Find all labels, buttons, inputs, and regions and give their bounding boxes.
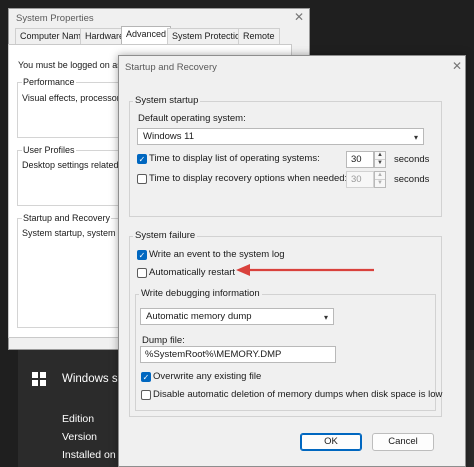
- chevron-down-icon: ▾: [323, 313, 328, 322]
- check-icon: ✓: [138, 251, 146, 260]
- display-recovery-checkbox[interactable]: [137, 174, 147, 184]
- startup-recovery-title: Startup and Recovery: [125, 62, 217, 73]
- display-os-list-label: Time to display list of operating system…: [149, 153, 320, 164]
- dump-file-input[interactable]: %SystemRoot%\MEMORY.DMP: [140, 346, 336, 363]
- dump-type-select[interactable]: Automatic memory dump ▾: [140, 308, 334, 325]
- system-properties-title: System Properties: [16, 13, 94, 24]
- check-icon: ✓: [138, 155, 146, 164]
- performance-group: [17, 82, 123, 138]
- default-os-select[interactable]: Windows 11 ▾: [137, 128, 424, 145]
- tab-remote[interactable]: Remote: [238, 28, 280, 44]
- default-os-label: Default operating system:: [138, 113, 246, 124]
- display-recovery-seconds-input[interactable]: 30: [346, 171, 374, 188]
- user-profiles-description: Desktop settings related t: [22, 160, 122, 170]
- red-arrow-annotation: [236, 264, 374, 276]
- ok-button[interactable]: OK: [300, 433, 362, 451]
- default-os-value: Windows 11: [143, 131, 195, 142]
- auto-restart-checkbox[interactable]: [137, 268, 147, 278]
- overwrite-checkbox[interactable]: ✓: [141, 372, 151, 382]
- background-row-version: Version: [62, 431, 98, 443]
- seconds-label-1: seconds: [394, 154, 430, 165]
- display-os-list-seconds-input[interactable]: 30: [346, 151, 374, 168]
- chevron-down-icon: ▾: [413, 133, 418, 142]
- startup-recovery-description: System startup, system fa: [22, 228, 122, 238]
- startup-recovery-group-label: Startup and Recovery: [22, 213, 112, 223]
- background-row-edition: Edition: [62, 413, 95, 425]
- background-row-installed-on: Installed on: [62, 449, 116, 461]
- disable-auto-delete-checkbox[interactable]: [141, 390, 151, 400]
- system-startup-group-label: System startup: [133, 95, 201, 106]
- display-recovery-label: Time to display recovery options when ne…: [149, 173, 348, 184]
- seconds-label-2: seconds: [394, 174, 430, 185]
- close-icon[interactable]: ✕: [292, 10, 306, 24]
- tab-advanced[interactable]: Advanced: [121, 26, 172, 45]
- cancel-button[interactable]: Cancel: [372, 433, 434, 451]
- user-profiles-group: [17, 150, 123, 206]
- user-profiles-group-label: User Profiles: [22, 145, 76, 155]
- write-event-label: Write an event to the system log: [149, 249, 285, 260]
- system-failure-group-label: System failure: [133, 230, 198, 241]
- auto-restart-label: Automatically restart: [149, 267, 236, 278]
- overwrite-label: Overwrite any existing file: [153, 371, 262, 382]
- display-os-list-spinner[interactable]: ▲ ▼: [374, 151, 386, 168]
- display-os-list-checkbox[interactable]: ✓: [137, 154, 147, 164]
- display-recovery-spinner[interactable]: ▲ ▼: [374, 171, 386, 188]
- spin-up-icon[interactable]: ▲: [375, 172, 385, 180]
- performance-group-label: Performance: [22, 77, 76, 87]
- windows-logo-icon: [32, 372, 46, 386]
- dump-file-label: Dump file:: [142, 335, 185, 346]
- spin-down-icon[interactable]: ▼: [375, 160, 385, 168]
- performance-description: Visual effects, processor s: [22, 93, 122, 103]
- check-icon: ✓: [142, 373, 150, 382]
- spin-up-icon[interactable]: ▲: [375, 152, 385, 160]
- close-icon[interactable]: ✕: [450, 59, 464, 73]
- spin-down-icon[interactable]: ▼: [375, 180, 385, 188]
- disable-auto-delete-label: Disable automatic deletion of memory dum…: [153, 389, 443, 400]
- debugging-info-group-label: Write debugging information: [139, 288, 262, 299]
- admin-warning-text: You must be logged on as: [18, 60, 122, 70]
- write-event-checkbox[interactable]: ✓: [137, 250, 147, 260]
- dump-type-value: Automatic memory dump: [146, 311, 252, 322]
